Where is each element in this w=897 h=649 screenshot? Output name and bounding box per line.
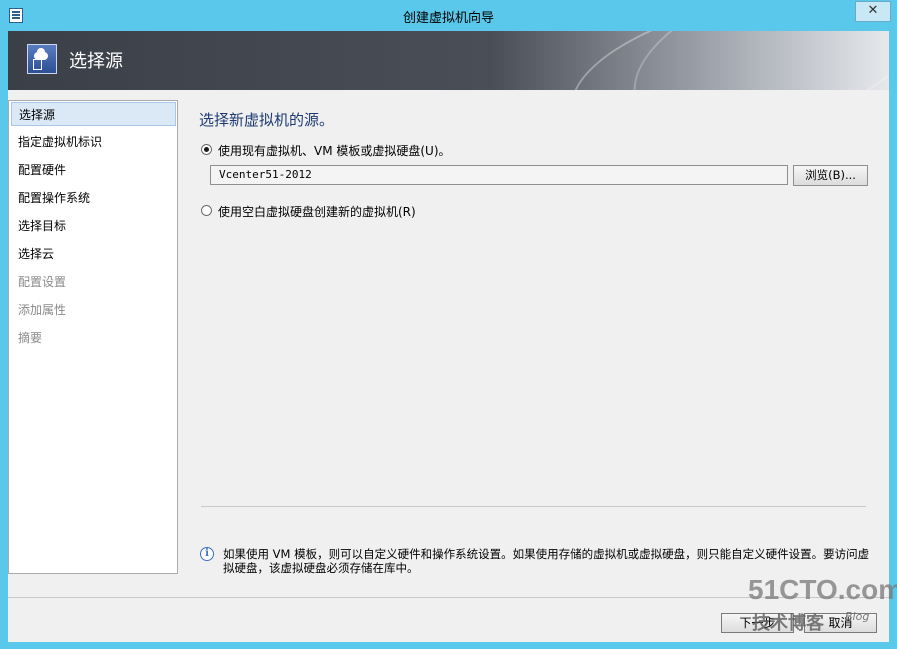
cloud-vm-icon	[27, 44, 57, 74]
info-message: 如果使用 VM 模板，则可以自定义硬件和操作系统设置。如果使用存储的虚拟机或虚拟…	[223, 547, 870, 575]
step-specify-vm-identity[interactable]: 指定虚拟机标识	[11, 130, 176, 154]
watermark-blog: Blog	[845, 610, 870, 623]
divider	[201, 506, 866, 507]
page-title: 选择源	[69, 51, 123, 72]
info-icon: i	[200, 547, 214, 561]
close-button[interactable]: ✕	[855, 1, 891, 22]
step-select-source[interactable]: 选择源	[11, 102, 176, 126]
step-select-destination[interactable]: 选择目标	[11, 214, 176, 238]
window-title: 创建虚拟机向导	[402, 11, 494, 26]
wizard-step-list: 选择源 指定虚拟机标识 配置硬件 配置操作系统 选择目标 选择云 配置设置 添加…	[8, 100, 178, 574]
step-summary: 摘要	[18, 331, 43, 345]
wizard-client: 选择源 选择源 指定虚拟机标识 配置硬件 配置操作系统 选择目标 选择云 配置设…	[8, 31, 889, 642]
wizard-window: 创建虚拟机向导 ✕ 选择源 选择源 指定虚拟机标识 配置硬件 配置操作系统 选择…	[0, 0, 897, 649]
browse-button[interactable]: 浏览(B)...	[793, 165, 868, 186]
blank-disk-radio[interactable]	[201, 205, 212, 216]
watermark-logo: 51CTO.com	[748, 574, 897, 605]
watermark-subtitle: 技术博客	[752, 613, 824, 634]
blank-disk-label[interactable]: 使用空白虚拟硬盘创建新的虚拟机(R)	[218, 203, 416, 220]
step-configure-hardware[interactable]: 配置硬件	[11, 158, 176, 182]
existing-source-radio[interactable]	[201, 144, 212, 155]
page-header: 选择源	[8, 31, 889, 90]
step-add-properties: 添加属性	[18, 303, 67, 317]
title-bar[interactable]: 创建虚拟机向导 ✕	[0, 0, 897, 31]
step-configure-os[interactable]: 配置操作系统	[11, 186, 176, 210]
existing-source-label[interactable]: 使用现有虚拟机、VM 模板或虚拟硬盘(U)。	[218, 142, 451, 159]
source-path-field[interactable]: Vcenter51-2012	[210, 165, 788, 185]
step-select-cloud[interactable]: 选择云	[11, 242, 176, 266]
step-configure-settings: 配置设置	[18, 275, 67, 289]
section-heading: 选择新虚拟机的源。	[199, 111, 335, 129]
